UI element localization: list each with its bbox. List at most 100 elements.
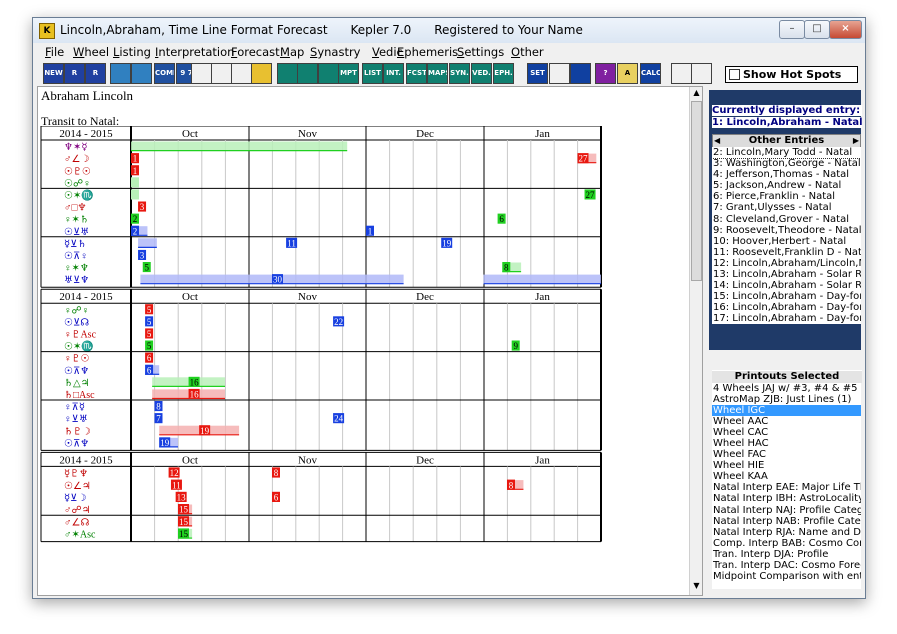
clock-icon[interactable] xyxy=(549,63,570,84)
printouts-list[interactable]: 4 Wheels JAJ w/ #3, #4 & #5 (1) AAAstroM… xyxy=(712,383,861,589)
list-icon[interactable]: LIST xyxy=(362,63,383,84)
printout-list-item[interactable]: 4 Wheels JAJ w/ #3, #4 & #5 (1) AA xyxy=(712,383,861,394)
other-entries-list[interactable]: 2: Lincoln,Mary Todd - Natal 3: Washingto… xyxy=(712,147,861,324)
scroll-up-icon[interactable]: ▲ xyxy=(691,88,702,100)
graph-icon[interactable] xyxy=(318,63,339,84)
aspect-peak-day: 13 xyxy=(177,493,187,503)
app-icon[interactable]: K xyxy=(39,23,55,39)
menu-synastry[interactable]: Synastry xyxy=(310,45,361,59)
minimize-button[interactable]: – xyxy=(779,20,805,39)
ephemeris-icon[interactable]: EPH. xyxy=(493,63,514,84)
printout-list-item[interactable]: Wheel HAC xyxy=(712,438,861,449)
transit-icon[interactable] xyxy=(110,63,131,84)
menu-bar: File Wheel Listing Interpretation Forecast Ma… xyxy=(39,44,859,62)
menu-label: ettings xyxy=(464,45,505,59)
synastry-icon[interactable]: SYN. xyxy=(449,63,470,84)
menu-label: isting xyxy=(119,45,151,59)
vertical-scrollbar[interactable]: ▲ ▼ xyxy=(689,87,702,595)
printout-list-item[interactable]: Midpoint Comparison with entry 2 xyxy=(712,571,861,582)
printout-list-item[interactable]: Wheel FAC xyxy=(712,449,861,460)
scroll-left-icon[interactable]: ◀ xyxy=(714,135,720,147)
aspect-peak-day: 8 xyxy=(156,402,161,412)
print-icon[interactable] xyxy=(231,63,252,84)
entry-list-item[interactable]: 8: Cleveland,Grover - Natal xyxy=(712,214,861,225)
menu-ephemeris[interactable]: Ephemeris xyxy=(397,45,458,59)
aspect-peak-day: 15 xyxy=(179,517,189,527)
return-wheel-icon[interactable]: R xyxy=(85,63,106,84)
entry-list-item[interactable]: 10: Hoover,Herbert - Natal xyxy=(712,236,861,247)
printout-list-item[interactable]: Natal Interp NAJ: Profile Category S xyxy=(712,505,861,516)
printouts-header: Printouts Selected xyxy=(712,370,862,383)
entry-list-item[interactable]: 17: Lincoln,Abraham - Day-for-a-Yea xyxy=(712,313,861,324)
printout-list-item[interactable]: Natal Interp NAB: Profile Category S xyxy=(712,516,861,527)
entry-list-item[interactable]: 5: Jackson,Andrew - Natal xyxy=(712,180,861,191)
midpoint-icon[interactable]: MPT xyxy=(338,63,359,84)
aspect-peak-day: 6 xyxy=(499,214,504,224)
checkbox-icon[interactable] xyxy=(729,69,740,80)
aspect-peak-day: 11 xyxy=(172,480,181,490)
entry-list-item[interactable]: 14: Lincoln,Abraham - Solar Return xyxy=(712,280,861,291)
menu-other[interactable]: Other xyxy=(511,45,544,59)
printout-list-item[interactable]: Tran. Interp DJA: Profile xyxy=(712,549,861,560)
entry-list-item[interactable]: 12: Lincoln,Abraham/Lincoln,M - Co xyxy=(712,258,861,269)
scrollbar-thumb[interactable] xyxy=(691,101,702,281)
text-icon[interactable]: A xyxy=(617,63,638,84)
printout-list-item[interactable]: AstroMap ZJB: Just Lines (1) xyxy=(712,394,861,405)
entry-list-item[interactable]: 9: Roosevelt,Theodore - Natal xyxy=(712,225,861,236)
open-icon[interactable] xyxy=(191,63,212,84)
close-button[interactable]: × xyxy=(829,20,862,39)
printout-list-item[interactable]: Natal Interp IBH: AstroLocality, with xyxy=(712,493,861,504)
menu-forecast[interactable]: Forecast xyxy=(231,45,280,59)
calculator-icon[interactable]: CALC xyxy=(640,63,661,84)
help-icon[interactable]: ? xyxy=(595,63,616,84)
biwheel-icon[interactable] xyxy=(297,63,318,84)
forecast-icon[interactable]: FCST xyxy=(406,63,427,84)
scroll-right-icon[interactable]: ▶ xyxy=(853,135,859,147)
composite-icon[interactable]: COMP xyxy=(154,63,175,84)
show-hot-spots-checkbox[interactable]: Show Hot Spots xyxy=(725,66,858,83)
entry-list-item[interactable]: 2: Lincoln,Mary Todd - Natal xyxy=(712,147,861,160)
entry-list-item[interactable]: 7: Grant,Ulysses - Natal xyxy=(712,202,861,213)
save-icon[interactable] xyxy=(211,63,232,84)
menu-wheel[interactable]: Wheel xyxy=(73,45,109,59)
printout-list-item[interactable]: Wheel HIE xyxy=(712,460,861,471)
printout-list-item[interactable]: Wheel IGC xyxy=(712,405,861,417)
entry-list-item[interactable]: 16: Lincoln,Abraham - Day-for-a-Yea xyxy=(712,302,861,313)
menu-settings[interactable]: Settings xyxy=(457,45,504,59)
maps-icon[interactable]: MAPS xyxy=(427,63,448,84)
menu-map[interactable]: Map xyxy=(280,45,304,59)
vedic-icon[interactable]: VED. xyxy=(471,63,492,84)
zoom-in-icon[interactable] xyxy=(671,63,692,84)
aspect-peak-day: 5 xyxy=(147,329,152,339)
natal-wheel-icon[interactable]: R xyxy=(64,63,85,84)
maximize-button[interactable]: □ xyxy=(804,20,830,39)
scroll-down-icon[interactable]: ▼ xyxy=(691,581,702,593)
printout-list-item[interactable]: Wheel KAA xyxy=(712,471,861,482)
printout-list-item[interactable]: Wheel CAC xyxy=(712,427,861,438)
interp-icon[interactable]: INT. xyxy=(383,63,404,84)
progression-icon[interactable] xyxy=(131,63,152,84)
aspect-peak-day: 5 xyxy=(147,317,152,327)
printout-list-item[interactable]: Wheel AAC xyxy=(712,416,861,427)
entry-list-item[interactable]: 11: Roosevelt,Franklin D - Natal xyxy=(712,247,861,258)
entry-list-item[interactable]: 6: Pierce,Franklin - Natal xyxy=(712,191,861,202)
aspect-peak-day: 6 xyxy=(274,493,279,503)
forecast-document: Abraham Lincoln Transit to Natal: 2014 -… xyxy=(37,86,703,596)
menu-listing[interactable]: Listing xyxy=(113,45,151,59)
aspect-peak-day: 2 xyxy=(133,226,138,236)
printout-list-item[interactable]: Natal Interp EAE: Major Life Themes xyxy=(712,482,861,493)
printout-list-item[interactable]: Tran. Interp DAC: Cosmo Forecast xyxy=(712,560,861,571)
entry-list-item[interactable]: 4: Jefferson,Thomas - Natal xyxy=(712,169,861,180)
tools-icon[interactable] xyxy=(570,63,591,84)
entry-list-item[interactable]: 15: Lincoln,Abraham - Day-for-a-Yea xyxy=(712,291,861,302)
settings-icon[interactable]: SET xyxy=(527,63,548,84)
wheel-icon[interactable] xyxy=(277,63,298,84)
entry-list-item[interactable]: 13: Lincoln,Abraham - Solar Return xyxy=(712,269,861,280)
new-chart-icon[interactable]: NEW xyxy=(43,63,64,84)
menu-interpretation[interactable]: Interpretation xyxy=(155,45,234,59)
menu-file[interactable]: File xyxy=(45,45,64,59)
printout-list-item[interactable]: Comp. Interp BAB: Cosmo Compatib xyxy=(712,538,861,549)
entry-list-item[interactable]: 3: Washington,George - Natal xyxy=(712,158,861,169)
mail-icon[interactable] xyxy=(251,63,272,84)
printout-list-item[interactable]: Natal Interp RJA: Name and Date xyxy=(712,527,861,538)
